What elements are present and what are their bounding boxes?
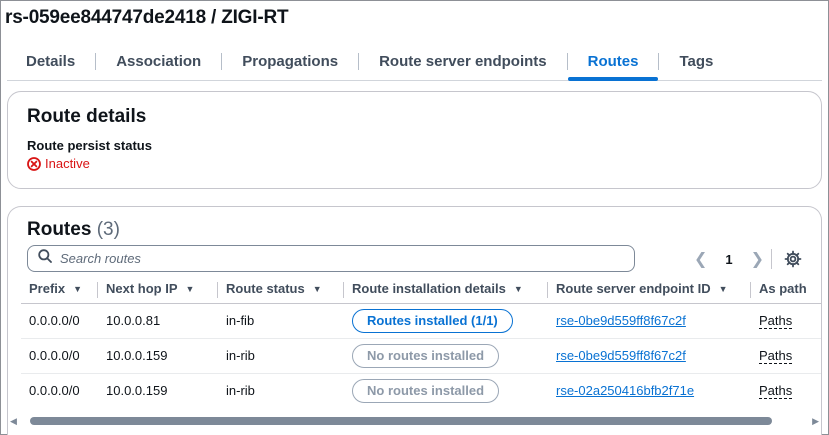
routes-installed-button[interactable]: Routes installed (1/1) [352,308,513,333]
scroll-right-arrow-icon[interactable]: ▶ [812,416,819,427]
cell-as-path: Paths [751,338,821,374]
gear-icon[interactable] [784,250,802,268]
search-icon [38,249,52,268]
paths-link[interactable]: Paths [759,383,793,400]
column-header-prefix[interactable]: Prefix ▼ [21,275,98,304]
sort-down-icon[interactable]: ▼ [719,284,728,294]
tab-bar: Details Association Propagations Route s… [7,45,822,81]
routes-panel: Routes (3) ❮ 1 ❯ [7,206,822,435]
cell-endpoint-id: rse-0be9d559ff8f67c2f [548,303,751,339]
cell-next-hop: 10.0.0.159 [98,338,218,374]
cell-install-details: No routes installed [344,373,548,408]
route-details-panel: Route details Route persist status Inact… [7,91,822,189]
cell-prefix: 0.0.0.0/0 [21,338,98,374]
x-circle-icon [27,156,41,171]
tab-association[interactable]: Association [96,45,221,79]
routes-table: Prefix ▼ Next hop IP ▼ Route status ▼ Route… [21,275,821,408]
sort-down-icon[interactable]: ▼ [514,284,523,294]
cell-prefix: 0.0.0.0/0 [21,303,98,339]
search-input[interactable] [60,251,620,266]
paths-link[interactable]: Paths [759,348,793,364]
cell-install-details: No routes installed [344,338,548,374]
route-persist-status-label: Route persist status [27,138,152,153]
column-header-route-server-endpoint-id[interactable]: Route server endpoint ID ▼ [548,275,751,304]
table-row: 0.0.0.0/0 10.0.0.159 in-rib No routes in… [21,338,821,374]
no-routes-installed-button: No routes installed [352,343,500,368]
endpoint-link[interactable]: rse-02a250416bfb2f71e [556,383,694,398]
sort-down-icon[interactable]: ▼ [313,284,322,294]
tab-tags[interactable]: Tags [659,45,733,79]
endpoint-link[interactable]: rse-0be9d559ff8f67c2f [556,313,686,328]
cell-as-path: Paths [751,373,821,408]
scroll-left-arrow-icon[interactable]: ◀ [10,416,17,427]
table-header-row: Prefix ▼ Next hop IP ▼ Route status ▼ Route… [21,275,821,304]
routes-count: (3) [96,219,120,240]
no-routes-installed-button: No routes installed [352,378,500,403]
cell-next-hop: 10.0.0.159 [106,383,168,399]
column-header-route-installation-details[interactable]: Route installation details ▼ [344,275,548,304]
routes-title-text: Routes [27,219,92,240]
endpoint-link[interactable]: rse-0be9d559ff8f67c2f [556,348,686,363]
routes-title: Routes (3) [27,219,120,241]
app-frame: rs-059ee844747de2418 / ZIGI-RT Details A… [0,0,829,435]
cell-endpoint-id: rse-0be9d559ff8f67c2f [548,338,751,374]
cell-install-details: Routes installed (1/1) [344,303,548,339]
cell-route-status: in-rib [218,338,344,374]
table-row: 0.0.0.0/0 10.0.0.81 in-fib Routes instal… [21,303,821,339]
scrollbar-thumb[interactable] [30,417,772,425]
cell-route-status: in-fib [218,303,344,339]
column-header-as-path[interactable]: As path [751,275,821,304]
column-header-next-hop-ip[interactable]: Next hop IP ▼ [98,275,218,304]
column-header-route-status[interactable]: Route status ▼ [218,275,344,304]
cell-next-hop: 10.0.0.81 [98,303,218,339]
chevron-right-icon[interactable]: ❯ [751,249,764,269]
cell-prefix: 0.0.0.0/0 [29,383,80,399]
paths-link[interactable]: Paths [759,313,793,329]
table-row: 0.0.0.0/0 10.0.0.159 in-rib No routes in… [21,373,821,408]
page-number[interactable]: 1 [725,252,732,267]
cell-route-status: in-rib [226,383,255,399]
route-persist-status-value: Inactive [45,156,90,171]
search-box[interactable] [27,245,635,272]
cell-endpoint-id: rse-02a250416bfb2f71e [548,373,751,408]
routes-table-wrap: Prefix ▼ Next hop IP ▼ Route status ▼ Route… [21,275,821,425]
sort-down-icon[interactable]: ▼ [186,284,195,294]
chevron-left-icon[interactable]: ❮ [694,249,707,269]
tab-routes[interactable]: Routes [567,45,659,81]
horizontal-scrollbar[interactable]: ◀ ▶ [7,415,822,427]
tab-details[interactable]: Details [7,45,95,79]
sort-down-icon[interactable]: ▼ [73,284,82,294]
pagination: ❮ 1 ❯ [694,248,764,270]
tab-propagations[interactable]: Propagations [222,45,358,79]
route-details-title: Route details [27,106,147,127]
route-persist-status: Inactive [27,156,90,171]
cell-as-path: Paths [751,303,821,339]
page-title: rs-059ee844747de2418 / ZIGI-RT [5,7,289,28]
tab-route-server-endpoints[interactable]: Route server endpoints [359,45,567,79]
pager-divider [771,249,772,269]
